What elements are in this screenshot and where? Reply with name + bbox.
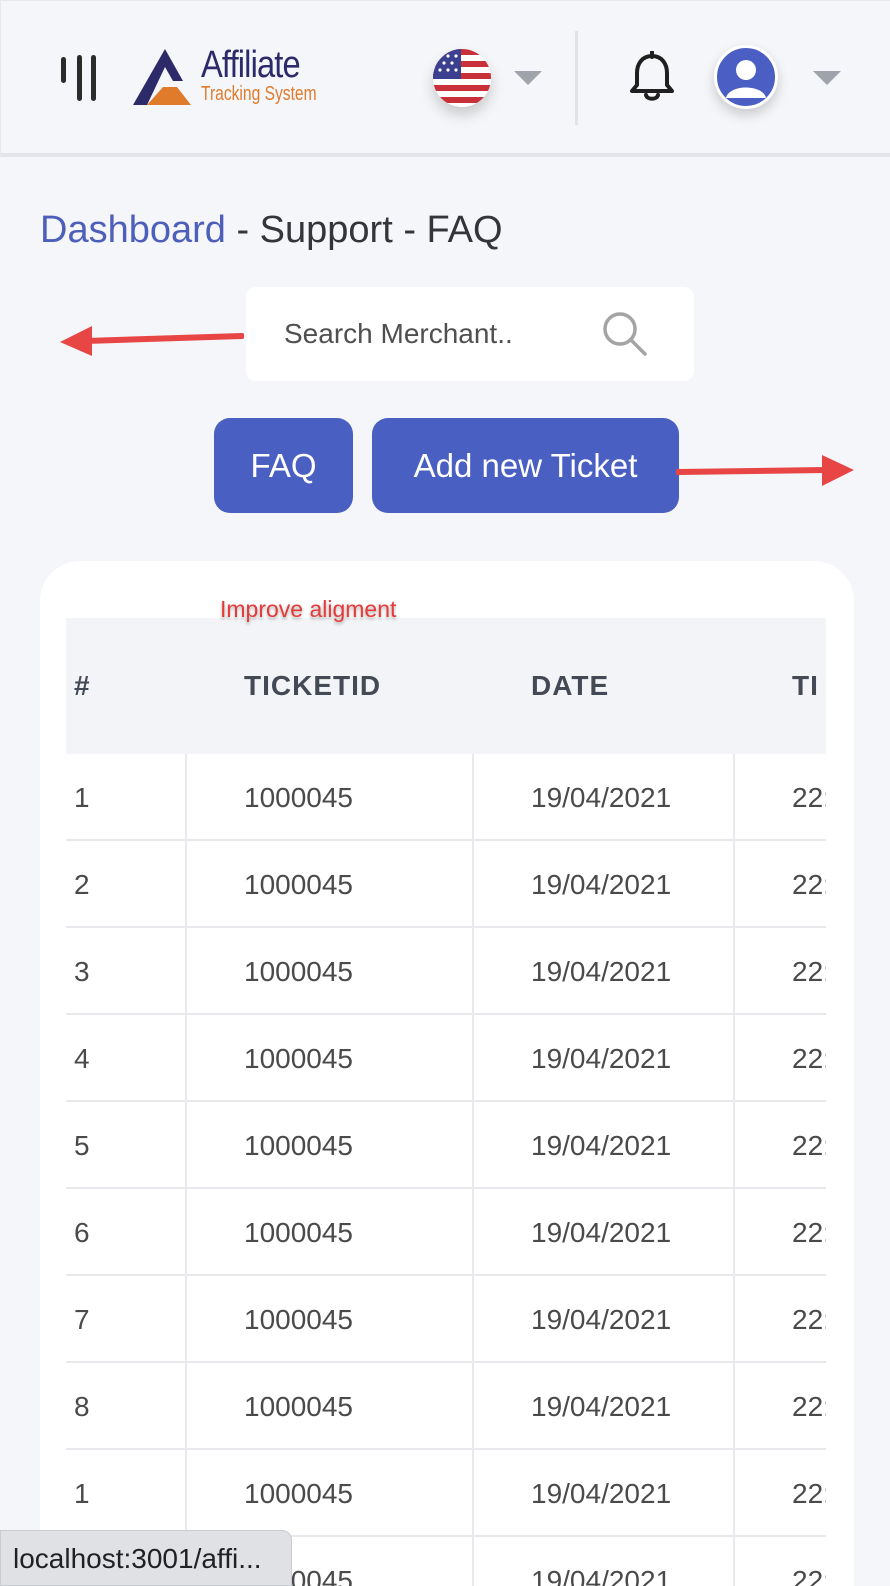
table-cell: 1000045 [244, 1043, 354, 1074]
table-cell: 19/04/2021 [531, 1217, 672, 1248]
table-cell: 22: [792, 869, 826, 900]
table-body: 1100004519/04/202122:2100004519/04/20212… [66, 754, 826, 1586]
table-cell: 19/04/2021 [531, 1391, 672, 1422]
search-box [246, 287, 694, 381]
annotation-note: Improve aligment [220, 596, 397, 622]
table-cell: 1000045 [244, 1391, 354, 1422]
tickets-table: # TICKETID DATE TI 1 1000045 19/04/2021 22:… [66, 618, 826, 1586]
logo[interactable]: Affiliate Tracking System [133, 43, 333, 109]
column-header[interactable]: # [74, 670, 91, 702]
table-row[interactable]: 3 1000045 19/04/2021 22: [66, 928, 826, 1015]
table-cell: 1000045 [244, 1217, 354, 1248]
table-cell: 4 [74, 1043, 90, 1074]
table-cell: 22: [792, 1565, 826, 1586]
table-cell: 1 [74, 782, 90, 813]
table-cell: 19/04/2021 [531, 1043, 672, 1074]
logo-title: Affiliate [201, 44, 301, 86]
annotation-arrow-right-icon [676, 455, 854, 486]
table-row[interactable]: 8 1000045 19/04/2021 22: [66, 1363, 826, 1450]
table-cell: 19/04/2021 [531, 1130, 672, 1161]
search-icon[interactable] [600, 309, 650, 359]
table-cell: 1000045 [244, 1478, 354, 1509]
table-cell: 19/04/2021 [531, 1478, 672, 1509]
search-input[interactable] [284, 309, 584, 359]
table-cell: 22: [792, 1043, 826, 1074]
table-cell: 1000045 [244, 1130, 354, 1161]
table-cell: 22: [792, 1391, 826, 1422]
add-new-ticket-button[interactable]: Add new Ticket [372, 418, 679, 513]
language-dropdown-chevron-icon[interactable] [514, 71, 542, 85]
table-row[interactable]: 1 1000045 19/04/2021 22: [66, 1450, 826, 1537]
status-bar-url: localhost:3001/affi... [0, 1530, 292, 1586]
user-avatar-icon[interactable] [714, 45, 778, 109]
table-cell: 22: [792, 1304, 826, 1335]
table-cell: 19/04/2021 [531, 1565, 672, 1586]
page: Affiliate Tracking System Dashboard - Su… [0, 0, 890, 1586]
table-cell: 22: [792, 1217, 826, 1248]
table-row[interactable]: 6 1000045 19/04/2021 22: [66, 1189, 826, 1276]
table-row[interactable]: 7 1000045 19/04/2021 22: [66, 1276, 826, 1363]
table-cell: 22: [792, 956, 826, 987]
faq-button[interactable]: FAQ [214, 418, 353, 513]
table-cell: 1000045 [244, 869, 354, 900]
annotation-arrow-left-icon [60, 326, 244, 356]
table-cell: 19/04/2021 [531, 869, 672, 900]
bell-icon[interactable] [627, 50, 677, 103]
table-row[interactable]: 2 1000045 19/04/2021 22: [66, 841, 826, 928]
breadcrumb: Dashboard - Support - FAQ [40, 206, 503, 254]
table-cell: 2 [74, 869, 90, 900]
table-cell: 3 [74, 956, 90, 987]
user-dropdown-chevron-icon[interactable] [813, 71, 841, 85]
breadcrumb-dashboard-link[interactable]: Dashboard [40, 209, 226, 251]
table-cell: 19/04/2021 [531, 956, 672, 987]
menu-toggle-icon[interactable] [57, 55, 101, 101]
column-header[interactable]: TI [792, 670, 819, 702]
table-cell: 8 [74, 1391, 90, 1422]
top-header: Affiliate Tracking System [0, 0, 890, 157]
column-header[interactable]: DATE [531, 670, 609, 702]
logo-subtitle: Tracking System [201, 83, 317, 105]
table-cell: 22: [792, 782, 826, 813]
table-row[interactable]: 4 1000045 19/04/2021 22: [66, 1015, 826, 1102]
table-row[interactable]: 1 1000045 19/04/2021 22: [66, 754, 826, 841]
breadcrumb-rest: - Support - FAQ [225, 209, 503, 251]
table-cell: 1000045 [244, 1304, 354, 1335]
table-cell: 22: [792, 1130, 826, 1161]
logo-mark-icon [133, 49, 191, 105]
column-header[interactable]: TICKETID [244, 670, 381, 702]
us-flag-icon[interactable] [433, 49, 491, 107]
table-cell: 7 [74, 1304, 90, 1335]
table-row[interactable]: 5 1000045 19/04/2021 22: [66, 1102, 826, 1189]
header-divider [575, 31, 578, 125]
table-cell: 19/04/2021 [531, 782, 672, 813]
table-header: # TICKETID DATE TI [66, 618, 826, 754]
table-cell: 1000045 [244, 956, 354, 987]
table-cell: 19/04/2021 [531, 1304, 672, 1335]
table-cell: 5 [74, 1130, 90, 1161]
table-cell: 6 [74, 1217, 90, 1248]
table-cell: 1 [74, 1478, 90, 1509]
table-cell: 1000045 [244, 782, 354, 813]
table-cell: 22: [792, 1478, 826, 1509]
